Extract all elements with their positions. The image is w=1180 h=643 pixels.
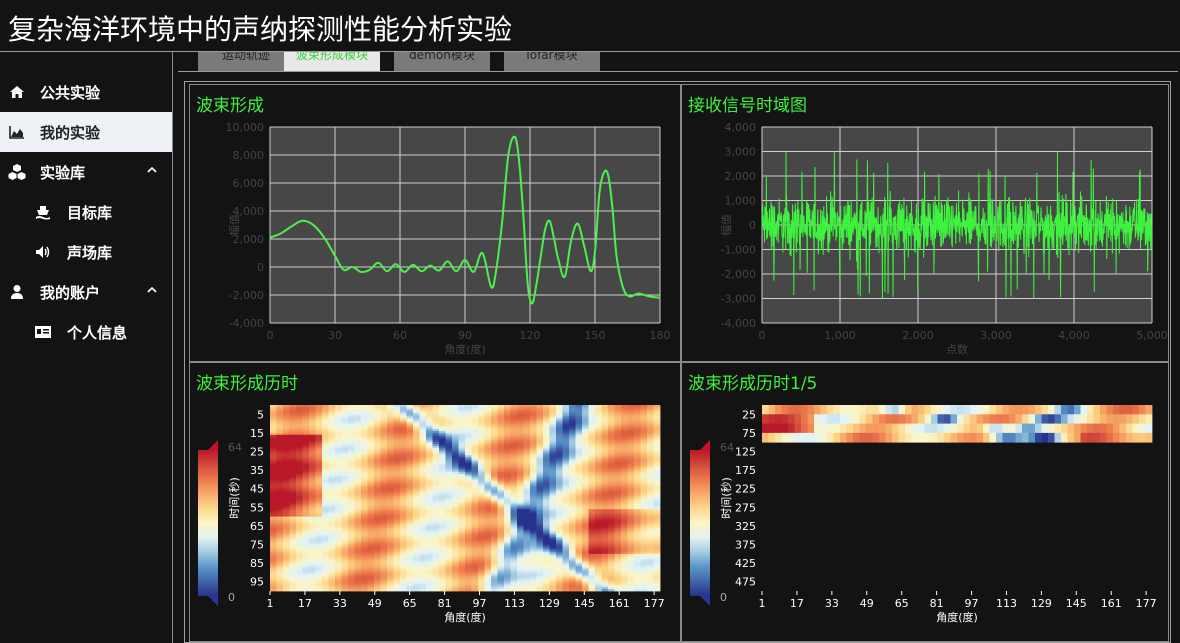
y-tick-label: 10,000 [226,121,265,134]
home-icon [10,86,24,98]
y-tick-label: 6,000 [233,177,265,190]
y-tick-label: -2,000 [229,289,264,302]
y-axis-label: 幅值 [228,214,241,236]
x-tick-label: 4,000 [1058,329,1090,342]
volume-icon [36,246,50,258]
tab-lofar[interactable]: lofar模块 [504,52,600,71]
tab-demon[interactable]: demon模块 [394,52,490,71]
sidebar-item-target-library[interactable]: 目标库 [0,192,172,232]
sidebar-item-label: 我的实验 [40,123,101,142]
sidebar-item-my-account[interactable]: 我的账户 [0,272,172,312]
beamforming-panel: 波束形成 0 30 60 90 120 150 180 10,000 8,000 6,000 4,0… [189,84,681,362]
sidebar-item-label: 声场库 [67,243,113,262]
sidebar-item-public-experiments[interactable]: 公共实验 [0,72,172,112]
area-chart-icon [9,126,24,139]
sidebar-item-label: 公共实验 [40,83,101,102]
x-tick-label: 180 [650,329,671,342]
x-axis-label: 点数 [946,343,968,356]
time-domain-chart[interactable]: 0 1,000 2,000 3,000 4,000 5,000 4,000 3,000 2,00… [682,85,1168,361]
sidebar: 公共实验 我的实验 实验库 目标库 声场库 我的账户 个人信息 [0,52,173,643]
tab-beamforming[interactable]: 波束形成模块 [284,52,380,71]
user-icon [11,285,23,299]
x-tick-label: 1,000 [824,329,856,342]
beamforming-history-heatmap[interactable]: 1 17 33 49 65 81 97 113 129 145 161 177角度(度)5152535… [190,363,680,641]
y-axis-label: 幅值 [720,214,733,236]
tab-motion-track[interactable]: 运动轨迹 [198,52,294,71]
x-tick-label: 0 [759,329,766,342]
tab-divider [178,71,1178,72]
x-tick-label: 60 [393,329,407,342]
sidebar-item-label: 个人信息 [67,323,128,342]
main-content: 运动轨迹 波束形成模块 demon模块 lofar模块 波束形成 0 30 60 90… [174,52,1180,643]
cubes-icon [8,164,26,180]
y-tick-label: -4,000 [721,317,756,330]
sidebar-item-sound-field-library[interactable]: 声场库 [0,232,172,272]
sidebar-item-label: 实验库 [40,163,86,182]
id-card-icon [35,326,51,338]
beamforming-history-panel: 波束形成历时 1 17 33 49 65 81 97 113 129 145 161 177 角度(度)… [189,362,681,642]
x-tick-label: 120 [520,329,541,342]
charts-frame: 波束形成 0 30 60 90 120 150 180 10,000 8,000 6,000 4,0… [184,81,1171,643]
y-tick-label: 4,000 [725,121,757,134]
x-tick-label: 0 [267,329,274,342]
x-tick-label: 5,000 [1136,329,1168,342]
title-bar: 复杂海洋环境中的声纳探测性能分析实验 [0,0,1180,52]
y-tick-label: 3,000 [725,146,757,159]
chevron-up-icon[interactable] [146,164,158,176]
x-axis-label: 角度(度) [444,342,486,356]
y-tick-label: -4,000 [229,317,264,330]
x-tick-label: 90 [458,329,472,342]
y-tick-label: 0 [257,261,264,274]
y-tick-label: -2,000 [721,268,756,281]
sidebar-item-personal-info[interactable]: 个人信息 [0,312,172,352]
app-title: 复杂海洋环境中的声纳探测性能分析实验 [8,13,513,46]
x-tick-label: 150 [585,329,606,342]
x-tick-label: 3,000 [980,329,1012,342]
y-tick-label: 2,000 [725,170,757,183]
y-tick-label: 1,000 [725,195,757,208]
time-domain-panel: 接收信号时域图 0 1,000 2,000 3,000 4,000 5,000 4,000 3… [681,84,1169,362]
ship-icon [36,206,50,220]
beamforming-chart[interactable]: 0 30 60 90 120 150 18010,0008,0006,0004,0002,0… [190,85,680,361]
y-tick-label: -3,000 [721,293,756,306]
x-tick-label: 2,000 [902,329,934,342]
sidebar-item-label: 目标库 [67,203,113,222]
y-tick-label: 8,000 [233,149,265,162]
y-tick-label: 0 [749,219,756,232]
sidebar-item-experiment-library[interactable]: 实验库 [0,152,172,192]
x-tick-label: 30 [328,329,342,342]
chevron-up-icon[interactable] [146,284,158,296]
sidebar-item-my-experiments[interactable]: 我的实验 [0,112,172,152]
sidebar-item-label: 我的账户 [40,283,101,302]
heatmap-cells [270,405,661,592]
y-tick-label: -1,000 [721,244,756,257]
